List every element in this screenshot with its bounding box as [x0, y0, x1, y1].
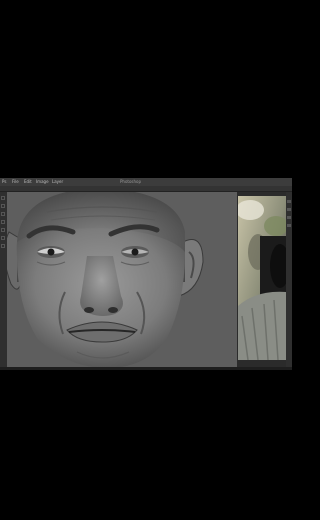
status-bar	[0, 367, 292, 370]
history-panel-icon[interactable]	[287, 216, 291, 219]
menu-item-edit[interactable]: Edit	[24, 179, 32, 184]
photoshop-window: Ps File Edit Image Layer Photoshop	[0, 178, 292, 370]
eraser-tool-icon[interactable]	[1, 228, 5, 232]
properties-panel-icon[interactable]	[287, 224, 291, 227]
document-canvas[interactable]	[7, 192, 237, 368]
tool-panel	[0, 192, 7, 368]
menu-item-image[interactable]: Image	[36, 179, 49, 184]
dodge-tool-icon[interactable]	[1, 244, 5, 248]
smudge-tool-icon[interactable]	[1, 236, 5, 240]
painted-face-artwork	[7, 192, 204, 368]
brush-tool-icon[interactable]	[1, 220, 5, 224]
lasso-tool-icon[interactable]	[1, 212, 5, 216]
reference-photo	[238, 196, 286, 360]
menu-item-layer[interactable]: Layer	[52, 179, 63, 184]
reference-photo-panel[interactable]	[238, 196, 286, 360]
menu-item-file[interactable]: File	[12, 179, 19, 184]
menu-item-ps[interactable]: Ps	[2, 179, 6, 184]
marquee-tool-icon[interactable]	[1, 204, 5, 208]
layers-panel-icon[interactable]	[287, 208, 291, 211]
right-panel-strip	[286, 192, 292, 368]
window-title: Photoshop	[120, 179, 142, 184]
menu-bar: Ps File Edit Image Layer Photoshop	[0, 178, 292, 186]
move-tool-icon[interactable]	[1, 196, 5, 200]
panel-toggle-icon[interactable]	[287, 200, 291, 203]
